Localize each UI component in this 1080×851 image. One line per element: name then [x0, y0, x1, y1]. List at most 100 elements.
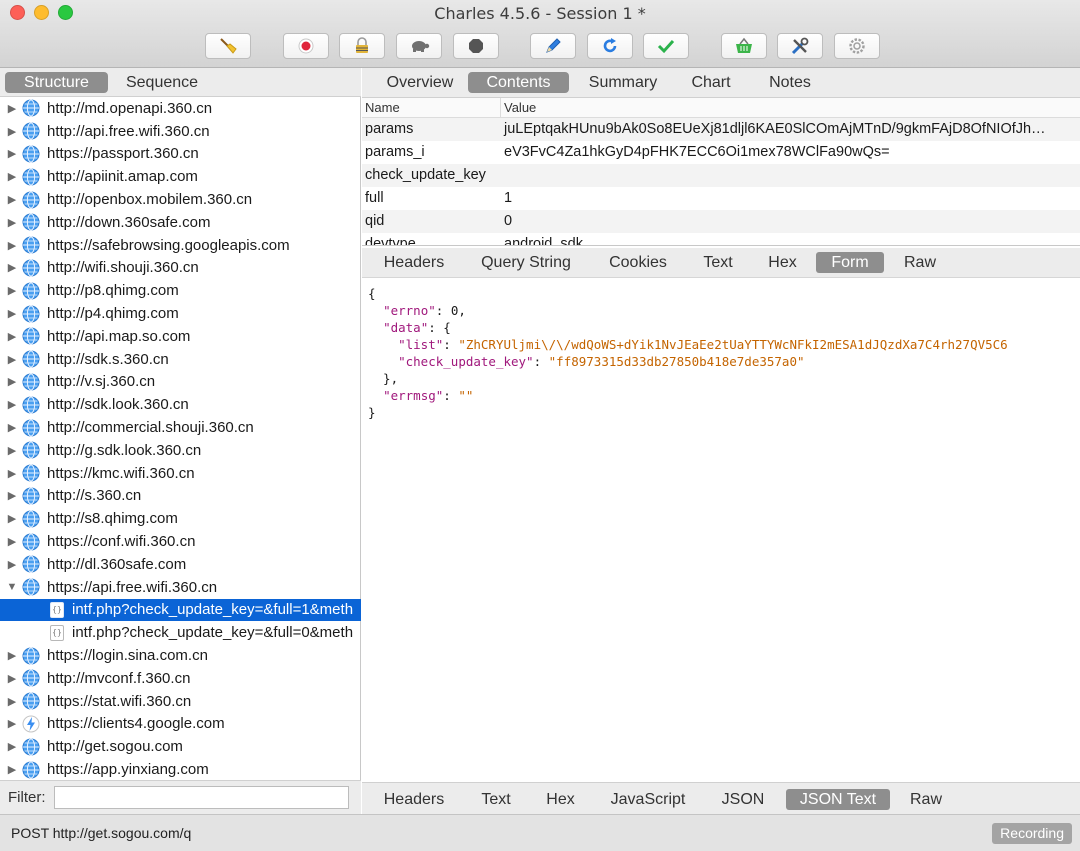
tab-response-headers[interactable]: Headers: [370, 789, 458, 810]
repeat-button[interactable]: [587, 33, 633, 59]
disclosure-closed-icon[interactable]: ▶: [2, 170, 22, 183]
disclosure-closed-icon[interactable]: ▶: [2, 375, 22, 388]
disclosure-closed-icon[interactable]: ▶: [2, 740, 22, 753]
host-item[interactable]: ▶ http://sdk.s.360.cn: [0, 348, 361, 371]
param-row[interactable]: params_i eV3FvC4Za1hkGyD4pFHK7ECC6Oi1mex7…: [362, 141, 1080, 164]
compose-button[interactable]: [530, 33, 576, 59]
host-item[interactable]: ▶ http://commercial.shouji.360.cn: [0, 416, 361, 439]
record-button[interactable]: [283, 33, 329, 59]
host-item[interactable]: ▶ http://g.sdk.look.360.cn: [0, 439, 361, 462]
host-item[interactable]: ▶ http://p4.qhimg.com: [0, 302, 361, 325]
tab-response-hex[interactable]: Hex: [534, 789, 587, 810]
disclosure-closed-icon[interactable]: ▶: [2, 649, 22, 662]
disclosure-closed-icon[interactable]: ▶: [2, 353, 22, 366]
disclosure-closed-icon[interactable]: ▶: [2, 421, 22, 434]
tab-chart[interactable]: Chart: [675, 72, 747, 93]
tab-contents[interactable]: Contents: [468, 72, 569, 93]
tab-cookies[interactable]: Cookies: [598, 252, 678, 273]
filter-input[interactable]: [53, 786, 349, 809]
request-item[interactable]: {} intf.php?check_update_key=&full=1&meth: [0, 598, 361, 622]
disclosure-closed-icon[interactable]: ▶: [2, 398, 22, 411]
host-item[interactable]: ▶ http://dl.360safe.com: [0, 553, 361, 576]
throttling-button[interactable]: [396, 33, 442, 59]
host-item[interactable]: ▶ http://wifi.shouji.360.cn: [0, 257, 361, 280]
recording-badge[interactable]: Recording: [992, 823, 1072, 844]
host-item[interactable]: ▶ http://down.360safe.com: [0, 211, 361, 234]
request-item[interactable]: {} intf.php?check_update_key=&full=0&meth: [0, 621, 361, 644]
host-item[interactable]: ▶ https://passport.360.cn: [0, 143, 361, 166]
tab-request-headers[interactable]: Headers: [370, 252, 458, 273]
disclosure-closed-icon[interactable]: ▶: [2, 216, 22, 229]
disclosure-closed-icon[interactable]: ▶: [2, 467, 22, 480]
tab-request-hex[interactable]: Hex: [756, 252, 809, 273]
param-row[interactable]: devtype android_sdk: [362, 233, 1080, 245]
disclosure-closed-icon[interactable]: ▶: [2, 193, 22, 206]
host-item[interactable]: ▶ http://apiinit.amap.com: [0, 165, 361, 188]
param-row[interactable]: full 1: [362, 187, 1080, 210]
validate-button[interactable]: [643, 33, 689, 59]
disclosure-closed-icon[interactable]: ▶: [2, 489, 22, 502]
disclosure-closed-icon[interactable]: ▶: [2, 125, 22, 138]
shopping-basket-button[interactable]: [721, 33, 767, 59]
tools-button[interactable]: [777, 33, 823, 59]
breakpoints-button[interactable]: [453, 33, 499, 59]
disclosure-closed-icon[interactable]: ▶: [2, 102, 22, 115]
disclosure-closed-icon[interactable]: ▶: [2, 239, 22, 252]
host-item[interactable]: ▶ http://get.sogou.com: [0, 735, 361, 758]
host-item[interactable]: ▶ https://clients4.google.com: [0, 713, 361, 736]
clear-session-button[interactable]: [205, 33, 251, 59]
disclosure-closed-icon[interactable]: ▶: [2, 535, 22, 548]
disclosure-open-icon[interactable]: ▼: [2, 581, 22, 593]
column-header-value[interactable]: Value: [501, 98, 536, 117]
tab-query-string[interactable]: Query String: [470, 252, 582, 273]
disclosure-closed-icon[interactable]: ▶: [2, 672, 22, 685]
disclosure-closed-icon[interactable]: ▶: [2, 330, 22, 343]
tab-form[interactable]: Form: [816, 252, 884, 273]
tab-sequence[interactable]: Sequence: [113, 72, 211, 93]
host-item[interactable]: ▶ http://api.map.so.com: [0, 325, 361, 348]
host-item[interactable]: ▶ https://app.yinxiang.com: [0, 758, 361, 780]
tab-response-raw[interactable]: Raw: [898, 789, 954, 810]
host-item[interactable]: ▶ http://v.sj.360.cn: [0, 371, 361, 394]
host-item[interactable]: ▶ https://stat.wifi.360.cn: [0, 690, 361, 713]
disclosure-closed-icon[interactable]: ▶: [2, 558, 22, 571]
param-row[interactable]: qid 0: [362, 210, 1080, 233]
tab-structure[interactable]: Structure: [5, 72, 108, 93]
host-item[interactable]: ▶ https://safebrowsing.googleapis.com: [0, 234, 361, 257]
disclosure-closed-icon[interactable]: ▶: [2, 763, 22, 776]
host-item[interactable]: ▶ http://sdk.look.360.cn: [0, 393, 361, 416]
host-item[interactable]: ▶ http://md.openapi.360.cn: [0, 97, 361, 120]
tab-summary[interactable]: Summary: [573, 72, 673, 93]
ssl-proxying-button[interactable]: [339, 33, 385, 59]
host-item[interactable]: ▶ http://p8.qhimg.com: [0, 279, 361, 302]
disclosure-closed-icon[interactable]: ▶: [2, 512, 22, 525]
host-item[interactable]: ▶ https://login.sina.com.cn: [0, 644, 361, 667]
disclosure-closed-icon[interactable]: ▶: [2, 444, 22, 457]
disclosure-closed-icon[interactable]: ▶: [2, 261, 22, 274]
host-item[interactable]: ▶ http://api.free.wifi.360.cn: [0, 120, 361, 143]
settings-button[interactable]: [834, 33, 880, 59]
host-item[interactable]: ▶ http://openbox.mobilem.360.cn: [0, 188, 361, 211]
tab-request-raw[interactable]: Raw: [892, 252, 948, 273]
disclosure-closed-icon[interactable]: ▶: [2, 307, 22, 320]
host-item[interactable]: ▶ https://kmc.wifi.360.cn: [0, 462, 361, 485]
disclosure-closed-icon[interactable]: ▶: [2, 147, 22, 160]
host-item[interactable]: ▶ http://mvconf.f.360.cn: [0, 667, 361, 690]
host-item[interactable]: ▼ https://api.free.wifi.360.cn: [0, 576, 361, 599]
tab-javascript[interactable]: JavaScript: [598, 789, 698, 810]
disclosure-closed-icon[interactable]: ▶: [2, 284, 22, 297]
host-item[interactable]: ▶ http://s8.qhimg.com: [0, 507, 361, 530]
column-header-name[interactable]: Name: [362, 98, 501, 117]
disclosure-closed-icon[interactable]: ▶: [2, 717, 22, 730]
host-item[interactable]: ▶ https://conf.wifi.360.cn: [0, 530, 361, 553]
tab-overview[interactable]: Overview: [370, 72, 470, 93]
tab-json[interactable]: JSON: [710, 789, 776, 810]
disclosure-closed-icon[interactable]: ▶: [2, 695, 22, 708]
param-row[interactable]: check_update_key: [362, 164, 1080, 187]
tab-json-text[interactable]: JSON Text: [786, 789, 890, 810]
json-body-view[interactable]: { "errno": 0, "data": { "list": "ZhCRYUl…: [362, 279, 1080, 782]
tab-request-text[interactable]: Text: [690, 252, 746, 273]
host-item[interactable]: ▶ http://s.360.cn: [0, 485, 361, 508]
tab-response-text[interactable]: Text: [468, 789, 524, 810]
param-row[interactable]: params juLEptqakHUnu9bAk0So8EUeXj81dljl6K…: [362, 118, 1080, 141]
